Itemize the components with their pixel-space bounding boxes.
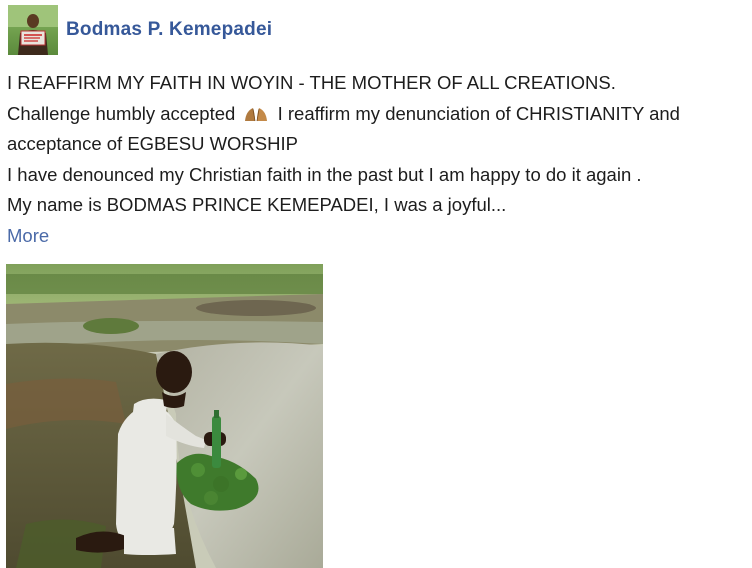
- author-avatar[interactable]: [8, 5, 58, 55]
- post-line-5: My name is BODMAS PRINCE KEMEPADEI, I wa…: [7, 194, 507, 215]
- author-name[interactable]: Bodmas P. Kemepadei: [66, 19, 272, 41]
- praying-hands-emoji-icon: [242, 102, 270, 121]
- post-line-1: I REAFFIRM MY FAITH IN WOYIN - THE MOTHE…: [7, 72, 616, 93]
- post-line-4: I have denounced my Christian faith in t…: [7, 163, 642, 185]
- post-photo[interactable]: [6, 264, 323, 568]
- post-line-2-text: Challenge humbly accepted: [7, 102, 236, 124]
- post-line-2: Challenge humbly accepted I reaffirm my …: [7, 99, 747, 130]
- facebook-post: Bodmas P. Kemepadei I REAFFIRM MY FAITH …: [0, 0, 752, 568]
- post-body: I REAFFIRM MY FAITH IN WOYIN - THE MOTHE…: [7, 68, 747, 251]
- post-line-2-continued: I reaffirm my denunciation of CHRISTIANI…: [277, 102, 680, 124]
- avatar-person-icon: [8, 5, 58, 55]
- more-link[interactable]: More: [7, 225, 49, 246]
- post-line-3: acceptance of EGBESU WORSHIP: [7, 133, 298, 154]
- man-kneeling-by-water-photo-icon: [6, 264, 323, 568]
- post-header: Bodmas P. Kemepadei: [8, 4, 272, 56]
